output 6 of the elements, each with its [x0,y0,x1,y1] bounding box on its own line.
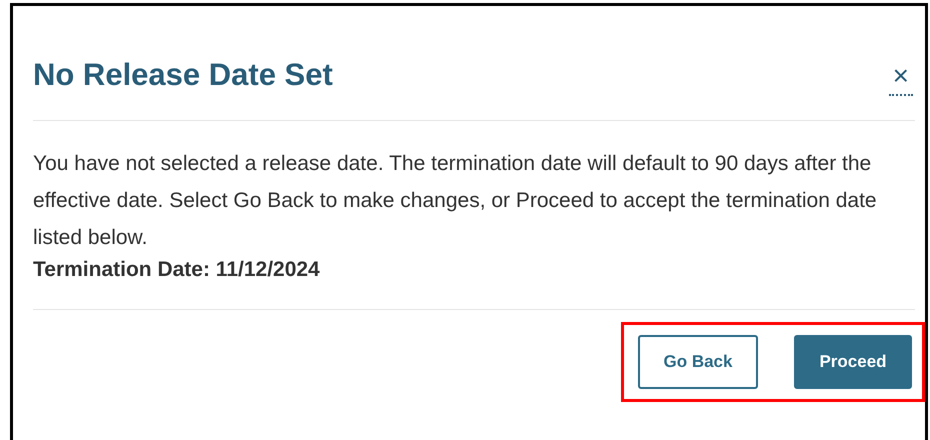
back-button[interactable]: Go Back [638,335,758,389]
termination-date: Termination Date: 11/12/2024 [33,257,321,283]
proceed-button[interactable]: Proceed [794,335,912,389]
dialog-title: No Release Date Set [33,56,333,94]
dialog-message: You have not selected a release date. The termination date will default to 90 days after the effective date. Select Go Back to make changes, or Proceed to accept the termination date listed below. [33,151,878,251]
close-button[interactable]: × [888,62,913,96]
